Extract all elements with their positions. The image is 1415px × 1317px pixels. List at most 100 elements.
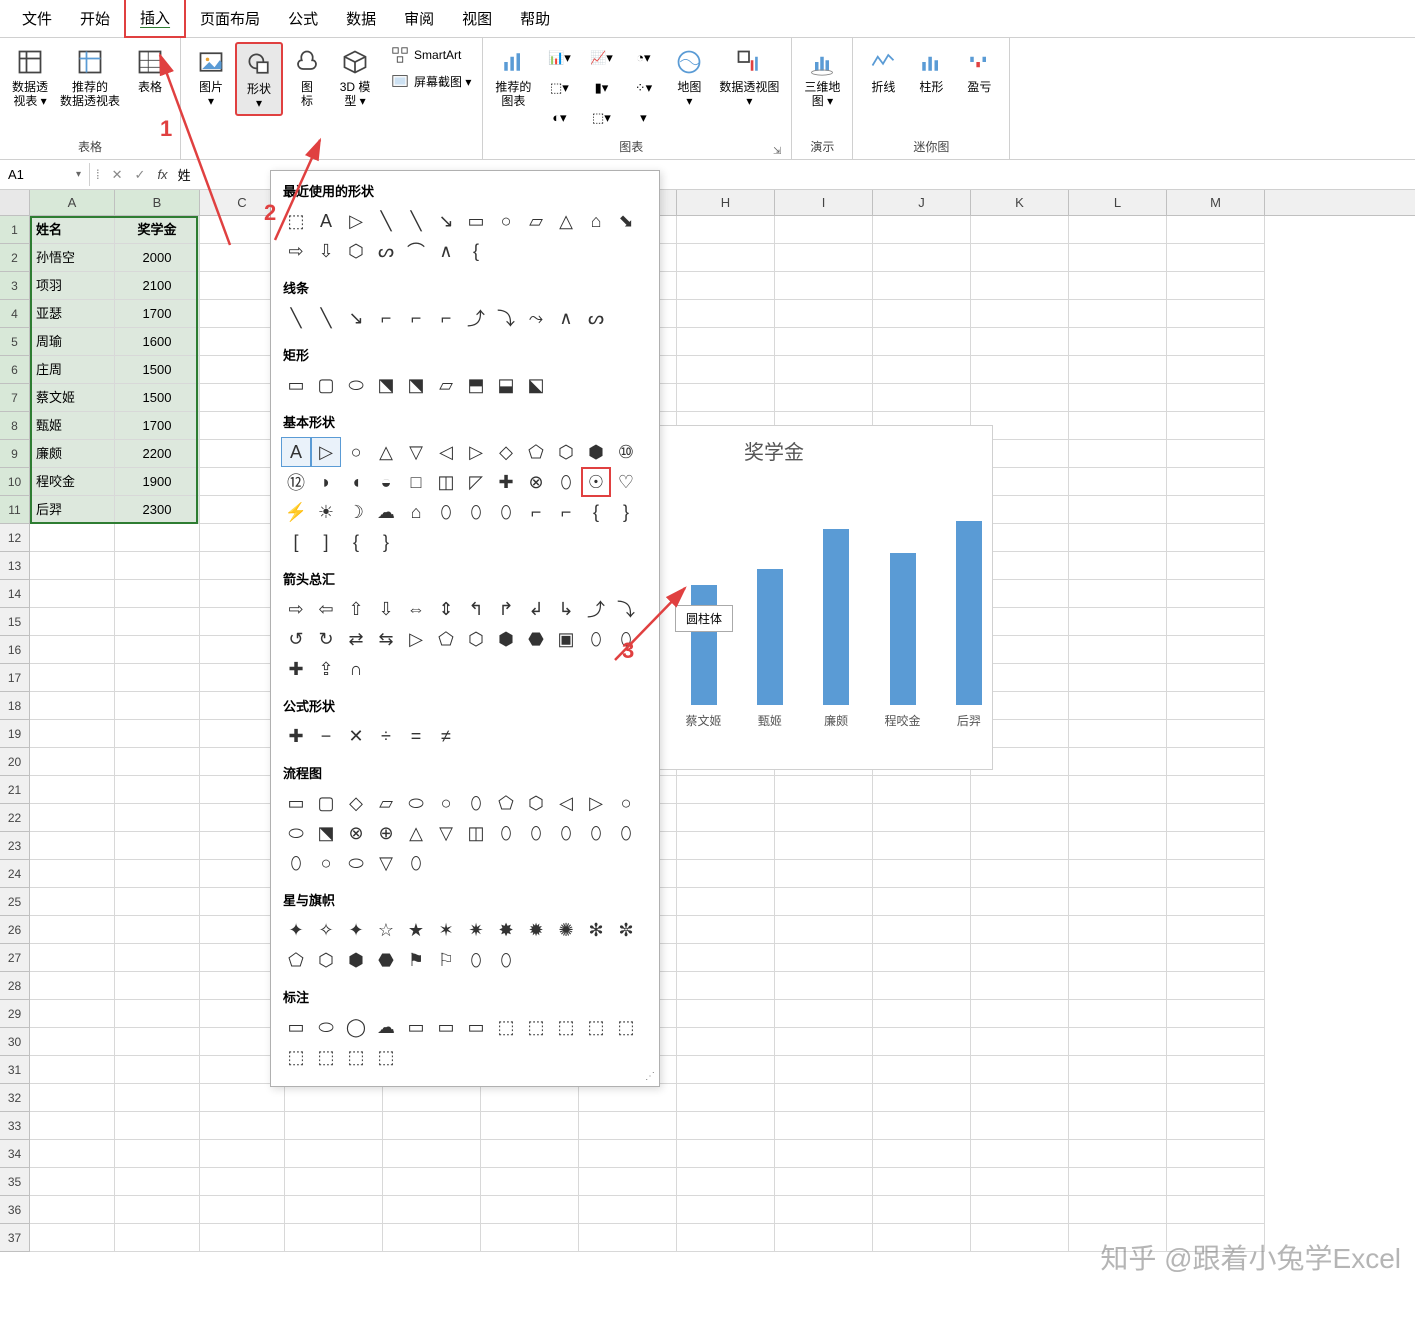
shape-option[interactable]: ↘: [431, 206, 461, 236]
row-header[interactable]: 28: [0, 972, 30, 1000]
shape-option[interactable]: ⤵: [491, 303, 521, 333]
shape-option[interactable]: ☽: [341, 497, 371, 527]
chart-surface-button[interactable]: ▾: [623, 104, 663, 132]
cell[interactable]: [383, 1168, 481, 1196]
shape-option[interactable]: ✺: [551, 915, 581, 945]
shape-option[interactable]: ○: [311, 848, 341, 878]
cell[interactable]: [30, 524, 115, 552]
cell[interactable]: [873, 300, 971, 328]
cell[interactable]: [677, 384, 775, 412]
shape-option[interactable]: ⬯: [551, 467, 581, 497]
cell[interactable]: [971, 216, 1069, 244]
cell[interactable]: [1167, 272, 1265, 300]
cell[interactable]: [285, 1224, 383, 1252]
cell[interactable]: 2100: [115, 272, 200, 300]
shape-option[interactable]: ⌂: [401, 497, 431, 527]
shape-option[interactable]: ↱: [491, 594, 521, 624]
chart-bar[interactable]: [691, 585, 717, 705]
cell[interactable]: [1069, 384, 1167, 412]
shape-option[interactable]: ◫: [461, 818, 491, 848]
dropdown-resize-handle[interactable]: ⋰: [645, 1071, 655, 1082]
cell[interactable]: [677, 832, 775, 860]
row-header[interactable]: 26: [0, 916, 30, 944]
cell[interactable]: [775, 300, 873, 328]
sparkline-column-button[interactable]: 柱形: [907, 42, 955, 98]
cell[interactable]: [1167, 1056, 1265, 1084]
cell[interactable]: [30, 580, 115, 608]
sparkline-line-button[interactable]: 折线: [859, 42, 907, 98]
shape-option[interactable]: ⬚: [581, 1012, 611, 1042]
row-header[interactable]: 13: [0, 552, 30, 580]
row-header[interactable]: 10: [0, 468, 30, 496]
chart-bar[interactable]: [823, 529, 849, 705]
shape-option[interactable]: ⬯: [491, 818, 521, 848]
cell[interactable]: [775, 1140, 873, 1168]
shape-option[interactable]: ✚: [281, 654, 311, 684]
shape-option[interactable]: {: [341, 527, 371, 557]
cell[interactable]: [677, 216, 775, 244]
cell[interactable]: [1167, 888, 1265, 916]
shape-option[interactable]: ⌂: [581, 206, 611, 236]
cell[interactable]: [1069, 300, 1167, 328]
shape-option[interactable]: ▭: [461, 1012, 491, 1042]
shape-option[interactable]: ⊗: [341, 818, 371, 848]
shape-option[interactable]: ⇆: [371, 624, 401, 654]
shape-option[interactable]: {: [581, 497, 611, 527]
shape-option[interactable]: ⬚: [311, 1042, 341, 1072]
cell[interactable]: [971, 1168, 1069, 1196]
shape-option[interactable]: ⌐: [551, 497, 581, 527]
chart-bar[interactable]: [757, 569, 783, 705]
chart-pie-button[interactable]: ◔▾: [623, 44, 663, 72]
shape-option[interactable]: ✶: [431, 915, 461, 945]
shape-option[interactable]: ↲: [521, 594, 551, 624]
shape-option[interactable]: ⬯: [581, 624, 611, 654]
shape-option[interactable]: ✦: [341, 915, 371, 945]
shape-option[interactable]: ⬚: [371, 1042, 401, 1072]
shape-option[interactable]: ▷: [461, 437, 491, 467]
cell[interactable]: [1069, 244, 1167, 272]
shape-option[interactable]: ▭: [281, 370, 311, 400]
cell[interactable]: [677, 272, 775, 300]
cell[interactable]: 2000: [115, 244, 200, 272]
shape-option[interactable]: ⬯: [521, 818, 551, 848]
cell[interactable]: 1500: [115, 356, 200, 384]
shape-option[interactable]: ▷: [341, 206, 371, 236]
shape-option[interactable]: ✷: [461, 915, 491, 945]
shape-option[interactable]: ⬠: [521, 437, 551, 467]
cell[interactable]: [1069, 1084, 1167, 1112]
row-header[interactable]: 16: [0, 636, 30, 664]
cell[interactable]: [775, 1196, 873, 1224]
shape-option[interactable]: ⚑: [401, 945, 431, 975]
cell[interactable]: [677, 916, 775, 944]
cell[interactable]: 1700: [115, 412, 200, 440]
shape-option[interactable]: }: [371, 527, 401, 557]
cell[interactable]: [115, 1084, 200, 1112]
cell[interactable]: [1167, 636, 1265, 664]
shape-option[interactable]: ▽: [371, 848, 401, 878]
cell[interactable]: [677, 860, 775, 888]
cell[interactable]: 2300: [115, 496, 200, 524]
shape-option[interactable]: △: [551, 206, 581, 236]
shape-option[interactable]: ⚐: [431, 945, 461, 975]
recommended-charts-button[interactable]: 推荐的 图表: [489, 42, 537, 112]
cell[interactable]: [1069, 608, 1167, 636]
cell[interactable]: [30, 636, 115, 664]
shape-option[interactable]: ✚: [491, 467, 521, 497]
shape-option[interactable]: ⇦: [311, 594, 341, 624]
shape-option[interactable]: ▢: [311, 788, 341, 818]
cell[interactable]: [873, 1056, 971, 1084]
screenshot-button[interactable]: 屏幕截图 ▾: [386, 69, 475, 93]
cell[interactable]: [200, 1084, 285, 1112]
menu-help[interactable]: 帮助: [506, 0, 564, 37]
row-header[interactable]: 11: [0, 496, 30, 524]
cell[interactable]: [115, 580, 200, 608]
col-header-B[interactable]: B: [115, 190, 200, 215]
shape-option[interactable]: ╲: [281, 303, 311, 333]
shape-option[interactable]: }: [611, 497, 641, 527]
cell[interactable]: [1069, 860, 1167, 888]
cell[interactable]: [677, 1000, 775, 1028]
cell[interactable]: [1069, 524, 1167, 552]
cell[interactable]: [30, 916, 115, 944]
shape-option[interactable]: ⬯: [491, 497, 521, 527]
cell[interactable]: [873, 1112, 971, 1140]
